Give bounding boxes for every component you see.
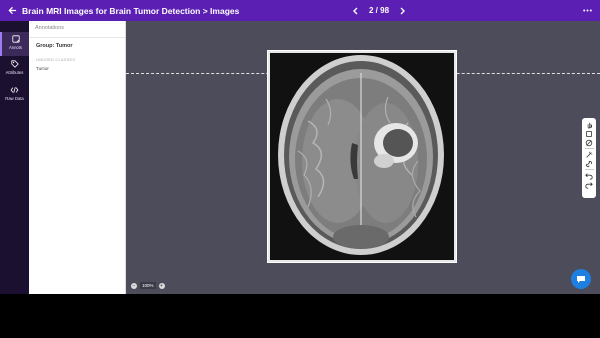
- left-nav: Annots Attributes Raw Data: [0, 21, 29, 294]
- panel-header: Annotations: [29, 21, 125, 38]
- chevron-right-icon: [400, 7, 406, 14]
- arrow-left-icon: [7, 6, 16, 15]
- undo-button[interactable]: [583, 171, 595, 180]
- annotations-panel: Annotations Group: Tumor UNUSED CLASSES …: [29, 21, 126, 294]
- previous-image-button[interactable]: [350, 0, 360, 21]
- image-counter: 2 / 98: [369, 6, 390, 15]
- zoom-control: − 100% +: [131, 282, 165, 289]
- chevron-left-icon: [353, 7, 358, 14]
- class-item-tumor[interactable]: Tumor: [36, 66, 125, 71]
- back-button[interactable]: [3, 0, 21, 21]
- zoom-level: 100%: [140, 282, 156, 289]
- annotation-canvas[interactable]: [126, 21, 600, 294]
- nav-attributes-label: Attributes: [5, 70, 24, 75]
- top-bar: Brain MRI Images for Brain Tumor Detecti…: [0, 0, 600, 21]
- toolbar-separator: [584, 148, 594, 149]
- nav-annots-label: Annots: [8, 45, 23, 50]
- annotation-toolbar: [582, 118, 596, 198]
- polygon-icon: [585, 139, 593, 146]
- hand-icon: [587, 122, 592, 128]
- redo-button[interactable]: [583, 180, 595, 189]
- zoom-out-button[interactable]: −: [131, 282, 137, 289]
- annotation-icon: [11, 35, 20, 43]
- nav-raw-data-label: Raw Data: [5, 96, 24, 101]
- bounding-box-tool-button[interactable]: [583, 129, 595, 138]
- brush-tool-button[interactable]: [583, 159, 595, 168]
- zoom-in-button[interactable]: +: [158, 282, 165, 289]
- unused-classes-label: UNUSED CLASSES: [36, 57, 76, 62]
- chat-support-button[interactable]: [571, 269, 591, 289]
- image-pager: 2 / 98: [350, 0, 408, 21]
- page-title: Brain MRI Images for Brain Tumor Detecti…: [22, 5, 240, 16]
- magic-wand-icon: [586, 151, 593, 158]
- bottom-letterbox: [0, 294, 600, 338]
- redo-icon: [585, 181, 593, 189]
- ellipsis-icon: [583, 9, 592, 12]
- nav-annots[interactable]: Annots: [0, 32, 29, 56]
- undo-icon: [585, 172, 593, 180]
- code-icon: [10, 87, 19, 93]
- pan-tool-button[interactable]: [583, 120, 595, 129]
- more-options-button[interactable]: [583, 0, 592, 21]
- bounding-box-icon: [586, 130, 592, 137]
- next-image-button[interactable]: [398, 0, 408, 21]
- nav-raw-data[interactable]: Raw Data: [0, 83, 29, 107]
- mri-image[interactable]: [267, 50, 457, 263]
- brain-mri-scan: [268, 51, 456, 262]
- chat-icon: [577, 276, 585, 283]
- nav-attributes[interactable]: Attributes: [0, 57, 29, 81]
- smart-polygon-tool-button[interactable]: [583, 150, 595, 159]
- polygon-tool-button[interactable]: [583, 138, 595, 147]
- toolbar-separator: [584, 169, 594, 170]
- tag-icon: [10, 60, 19, 68]
- link-icon: [585, 160, 593, 167]
- group-label: Group: Tumor: [36, 43, 73, 49]
